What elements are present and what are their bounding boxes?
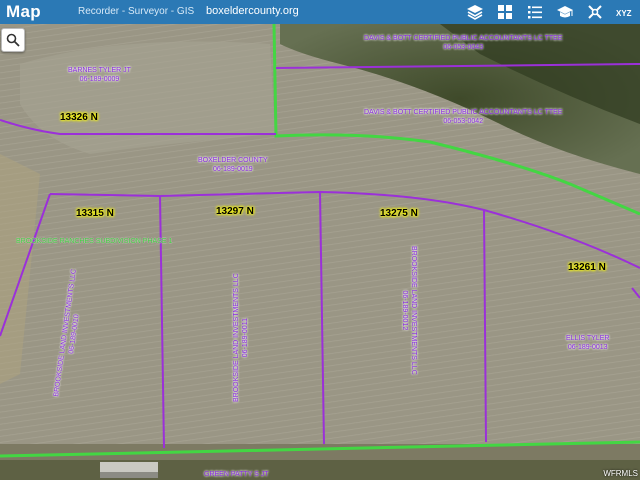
parcel-label-davis-1: DAVIS & BOTT CERTIFIED PUBLIC ACCOUNTANT… [364, 34, 563, 52]
subdivision-label: BROOKSIDE RANCHES SUBDIVISION PHASE 1 [16, 238, 173, 245]
parcel-owner: BOXELDER COUNTY [198, 157, 268, 164]
parcel-label-green: GREEN PATTY S JT [204, 470, 269, 479]
parcel-owner: GREEN PATTY S JT [204, 471, 269, 478]
watermark: WFRMLS [603, 469, 638, 478]
parcel-id: 06-189-0011 [242, 318, 249, 358]
parcel-owner: BROOKSIDE LAND INVESTMENTS LLC [233, 273, 240, 402]
address-label: 13297 N [216, 206, 254, 217]
header-subtitle: Recorder - Surveyor - GIS [78, 6, 195, 17]
toolbar: XYZ [464, 0, 636, 24]
parcel-id: 06-189-0013 [567, 344, 608, 351]
search-button[interactable] [1, 28, 25, 52]
top-bar: Map Recorder - Surveyor - GIS boxelderco… [0, 0, 640, 24]
parcel-owner: DAVIS & BOTT CERTIFIED PUBLIC ACCOUNTANT… [364, 109, 563, 116]
parcel-id: 06-189-0009 [79, 76, 120, 83]
parcel-owner: BARNES TYLER JT [68, 67, 131, 74]
graduation-cap-icon[interactable] [554, 1, 576, 23]
aerial-imagery [0, 24, 640, 480]
parcel-id: 06-189-0019 [212, 166, 253, 173]
parcel-owner: ELLIS TYLER [566, 335, 610, 342]
search-icon [6, 33, 20, 47]
address-label: 13275 N [380, 208, 418, 219]
tools-icon[interactable] [584, 1, 606, 23]
xyz-label: XYZ [616, 9, 632, 18]
parcel-id: 06-053-0042 [443, 118, 484, 125]
parcel-owner: DAVIS & BOTT CERTIFIED PUBLIC ACCOUNTANT… [364, 35, 563, 42]
address-label: 13315 N [76, 208, 114, 219]
parcel-label-boxelder: BOXELDER COUNTY 06-189-0019 [198, 156, 268, 174]
xyz-icon[interactable]: XYZ [614, 1, 636, 23]
parcel-label-barnes: BARNES TYLER JT 06-189-0009 [68, 66, 131, 84]
grid-icon[interactable] [494, 1, 516, 23]
layers-icon[interactable] [464, 1, 486, 23]
parcel-label-brookside-2: BROOKSIDE LAND INVESTMENTS LLC 06-189-00… [232, 273, 250, 402]
app-title: Map [6, 2, 41, 21]
parcel-label-ellis: ELLIS TYLER 06-189-0013 [566, 334, 609, 352]
parcel-id: 06-053-0043 [443, 44, 484, 51]
header-domain[interactable]: boxeldercounty.org [206, 5, 299, 17]
parcel-label-brookside-3: BROOKSIDE LAND INVESTMENTS LLC 06-189-00… [400, 246, 418, 375]
parcel-id: 06-189-0012 [401, 290, 408, 331]
list-icon[interactable] [524, 1, 546, 23]
parcel-label-davis-2: DAVIS & BOTT CERTIFIED PUBLIC ACCOUNTANT… [364, 108, 563, 126]
parcel-owner: BROOKSIDE LAND INVESTMENTS LLC [410, 246, 417, 375]
map-view[interactable]: BARNES TYLER JT 06-189-0009 DAVIS & BOTT… [0, 24, 640, 480]
address-label: 13261 N [568, 262, 606, 273]
address-label: 13326 N [60, 112, 98, 123]
